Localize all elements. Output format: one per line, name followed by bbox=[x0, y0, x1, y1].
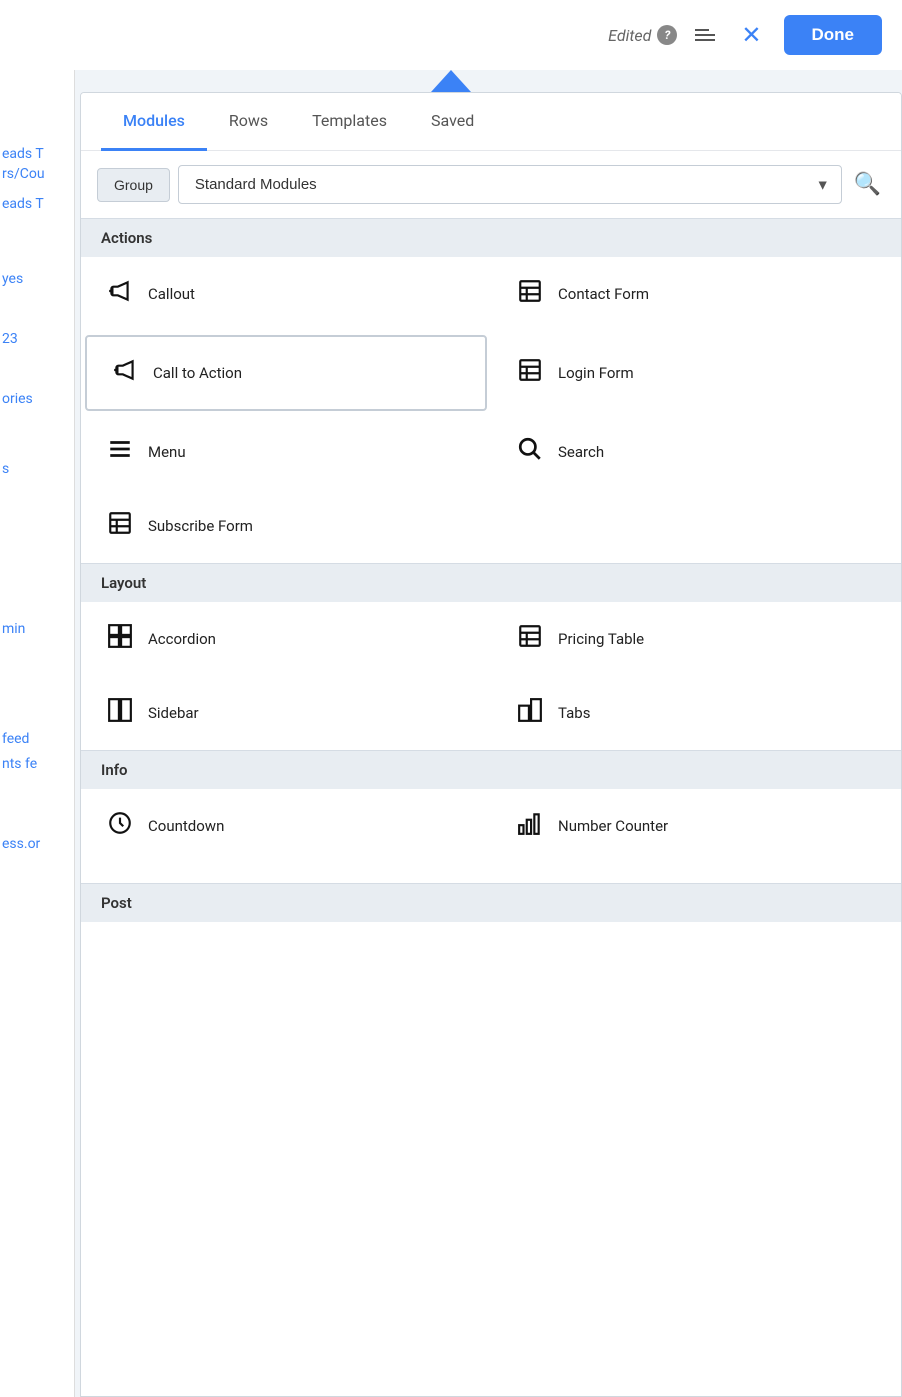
accordion-label: Accordion bbox=[148, 630, 216, 648]
module-item-sidebar[interactable]: Sidebar bbox=[81, 676, 491, 750]
search-label: Search bbox=[558, 443, 604, 461]
tab-templates[interactable]: Templates bbox=[290, 93, 409, 151]
done-button[interactable]: Done bbox=[784, 15, 883, 55]
contact-form-icon bbox=[516, 278, 544, 310]
contact-form-label: Contact Form bbox=[558, 285, 649, 303]
tab-rows[interactable]: Rows bbox=[207, 93, 290, 151]
close-button[interactable]: ✕ bbox=[733, 17, 769, 53]
bg-text: 23 bbox=[2, 330, 18, 350]
section-header-layout: Layout bbox=[81, 563, 901, 602]
callout-icon bbox=[106, 278, 134, 310]
tab-modules[interactable]: Modules bbox=[101, 93, 207, 151]
group-selector-row: Group Standard Modules Advanced Modules … bbox=[81, 151, 901, 218]
module-item-accordion[interactable]: Accordion bbox=[81, 602, 491, 676]
info-grid: Countdown Number Counter bbox=[81, 789, 901, 863]
tabs-module-icon bbox=[516, 697, 544, 729]
countdown-icon bbox=[106, 810, 134, 842]
tab-saved[interactable]: Saved bbox=[409, 93, 496, 151]
bg-text: rs/Cou bbox=[2, 165, 45, 185]
modules-panel: Modules Rows Templates Saved Group Stand… bbox=[80, 92, 902, 1397]
bg-text: nts fe bbox=[2, 755, 37, 775]
module-item-contact-form[interactable]: Contact Form bbox=[491, 257, 901, 331]
module-item-subscribe-form[interactable]: Subscribe Form bbox=[81, 489, 491, 563]
number-counter-icon bbox=[516, 810, 544, 842]
module-item-tabs[interactable]: Tabs bbox=[491, 676, 901, 750]
background-sidebar: eads Trs/Coueads Tyes23oriessminfeednts … bbox=[0, 0, 75, 1397]
login-form-icon bbox=[516, 357, 544, 389]
bg-text: ess.or bbox=[2, 835, 40, 855]
pricing-table-label: Pricing Table bbox=[558, 630, 644, 648]
pricing-table-icon bbox=[516, 623, 544, 655]
section-header-info: Info bbox=[81, 750, 901, 789]
subscribe-form-icon bbox=[106, 510, 134, 542]
list-icon[interactable] bbox=[691, 25, 719, 45]
call-to-action-icon bbox=[111, 357, 139, 389]
help-icon[interactable]: ? bbox=[657, 25, 677, 45]
module-item-number-counter[interactable]: Number Counter bbox=[491, 789, 901, 863]
module-select-wrapper: Standard Modules Advanced Modules ▼ bbox=[178, 165, 842, 204]
menu-label: Menu bbox=[148, 443, 186, 461]
tabs-module-label: Tabs bbox=[558, 704, 590, 722]
search-icon[interactable]: 🔍 bbox=[850, 168, 885, 201]
bg-text: min bbox=[2, 620, 25, 640]
subscribe-form-label: Subscribe Form bbox=[148, 517, 253, 535]
bg-text: yes bbox=[2, 270, 23, 290]
module-item-menu[interactable]: Menu bbox=[81, 415, 491, 489]
group-button[interactable]: Group bbox=[97, 168, 170, 202]
section-header-actions: Actions bbox=[81, 218, 901, 257]
actions-grid: Callout Contact Form bbox=[81, 257, 901, 563]
bg-text: eads T bbox=[2, 195, 44, 215]
module-select[interactable]: Standard Modules Advanced Modules bbox=[178, 165, 842, 204]
bg-text: feed bbox=[2, 730, 29, 750]
module-item-search[interactable]: Search bbox=[491, 415, 901, 489]
countdown-label: Countdown bbox=[148, 817, 224, 835]
module-item-pricing-table[interactable]: Pricing Table bbox=[491, 602, 901, 676]
top-bar: Edited ? ✕ Done bbox=[0, 0, 902, 70]
triangle-pointer bbox=[431, 70, 471, 92]
call-to-action-label: Call to Action bbox=[153, 364, 242, 382]
edited-status: Edited ? bbox=[608, 25, 677, 45]
menu-icon bbox=[106, 436, 134, 468]
number-counter-label: Number Counter bbox=[558, 817, 668, 835]
bg-text: eads T bbox=[2, 145, 44, 165]
login-form-label: Login Form bbox=[558, 364, 634, 382]
module-item-call-to-action[interactable]: Call to Action bbox=[85, 335, 487, 411]
bg-text: s bbox=[2, 460, 9, 480]
tabs-row: Modules Rows Templates Saved bbox=[81, 93, 901, 151]
module-item-login-form[interactable]: Login Form bbox=[491, 331, 901, 415]
module-item-countdown[interactable]: Countdown bbox=[81, 789, 491, 863]
module-item-callout[interactable]: Callout bbox=[81, 257, 491, 331]
callout-label: Callout bbox=[148, 285, 195, 303]
panel-content[interactable]: Actions Callout bbox=[81, 218, 901, 1396]
layout-grid: Accordion Pricing Table bbox=[81, 602, 901, 750]
sidebar-module-label: Sidebar bbox=[148, 704, 199, 722]
bg-text: ories bbox=[2, 390, 33, 410]
sidebar-module-icon bbox=[106, 697, 134, 729]
search-module-icon bbox=[516, 436, 544, 468]
edited-label-text: Edited bbox=[608, 26, 651, 45]
accordion-icon bbox=[106, 623, 134, 655]
section-header-posts: Post bbox=[81, 883, 901, 922]
